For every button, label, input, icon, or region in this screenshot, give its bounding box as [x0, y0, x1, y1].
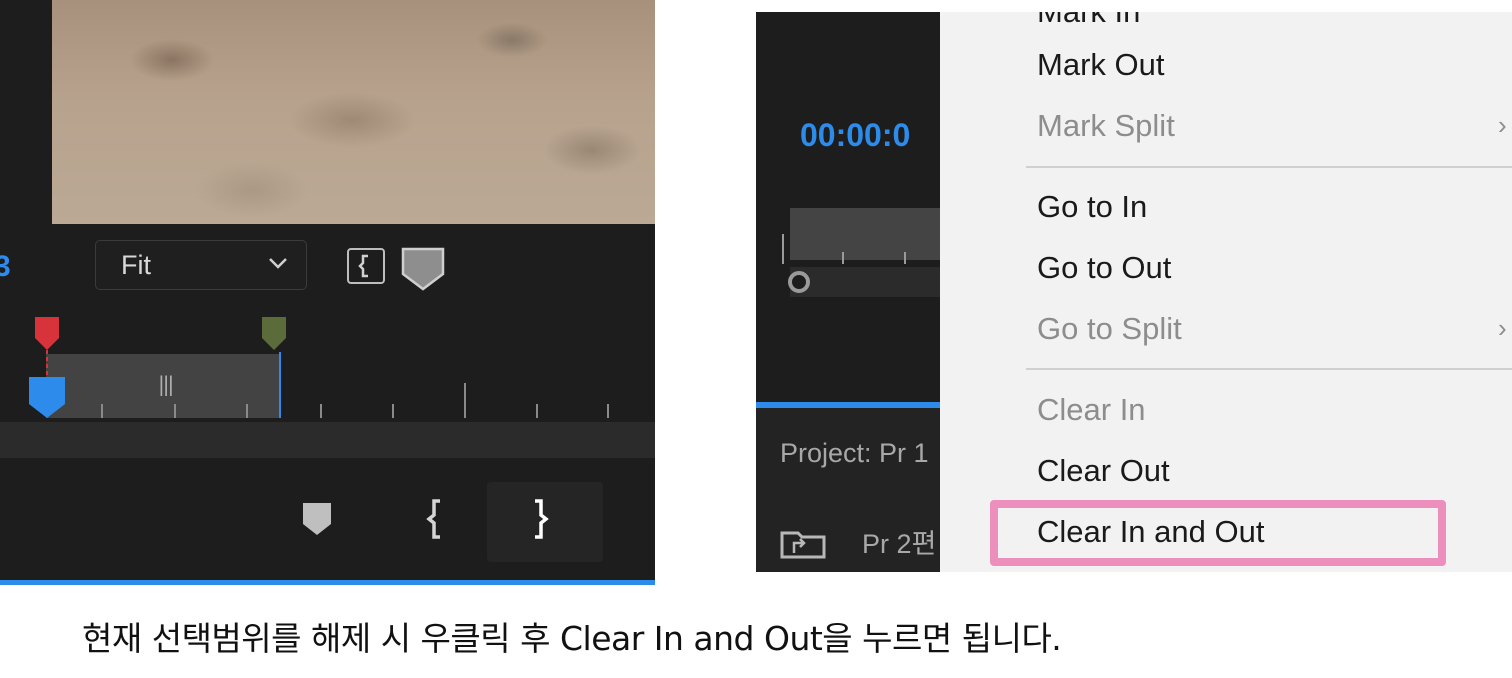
menu-item-go-to-split: Go to Split [1037, 311, 1182, 346]
menu-item-mark-in[interactable]: Mark In [1037, 12, 1140, 30]
menu-item-mark-split: Mark Split [1037, 108, 1175, 143]
marker-icon[interactable] [400, 246, 446, 296]
source-monitor-panel: 00:00:0 Project: Pr 1 Pr 2편 Mark In Mark… [756, 12, 1512, 572]
mark-in-icon[interactable] [425, 499, 445, 539]
in-out-range-bar[interactable] [790, 208, 950, 260]
chevron-right-icon: › [1498, 313, 1507, 343]
zoom-level-select[interactable]: Fit [95, 240, 307, 290]
ruler-tick [392, 404, 394, 418]
ruler-tick [782, 234, 784, 264]
highlight-annotation [990, 500, 1446, 566]
timecode-display[interactable]: 00:00:0 [800, 117, 910, 154]
playhead-icon[interactable] [28, 376, 66, 420]
chevron-down-icon [266, 251, 290, 279]
project-panel-title[interactable]: Project: Pr 1 [780, 438, 929, 469]
zoom-level-value: Fit [121, 250, 151, 280]
menu-item-go-to-out[interactable]: Go to Out [1037, 250, 1171, 286]
menu-item-mark-out[interactable]: Mark Out [1037, 47, 1164, 83]
ruler-tick [246, 404, 248, 418]
ruler-tick [842, 252, 844, 264]
panel-focus-border [0, 580, 655, 585]
in-marker-icon[interactable] [34, 316, 60, 376]
marker-icon[interactable] [302, 502, 332, 536]
marker-icon[interactable] [261, 316, 287, 356]
ruler-tick [464, 383, 466, 418]
menu-item-clear-in: Clear In [1037, 392, 1146, 427]
folder-icon[interactable] [780, 527, 826, 559]
timeline-track[interactable] [790, 267, 950, 297]
ruler-tick [536, 404, 538, 418]
ruler-tick [101, 404, 103, 418]
menu-item-go-to-in[interactable]: Go to In [1037, 189, 1147, 225]
menu-separator [1026, 368, 1512, 370]
zoom-scroll-handle[interactable] [788, 271, 810, 293]
context-menu: Mark In Mark Out Mark Split › Go to In G… [940, 12, 1512, 572]
range-grip[interactable]: ||| [158, 372, 174, 396]
bin-name[interactable]: Pr 2편 [862, 522, 936, 561]
menu-item-clear-out[interactable]: Clear Out [1037, 453, 1170, 489]
ruler-tick [607, 404, 609, 418]
timeline-track[interactable] [0, 422, 655, 458]
mark-out-icon[interactable] [530, 499, 550, 539]
out-point-line [279, 352, 281, 418]
caption-text: 현재 선택범위를 해제 시 우클릭 후 Clear In and Out을 누르… [82, 619, 1062, 658]
safe-margins-icon[interactable] [347, 248, 385, 284]
ruler-tick [904, 252, 906, 264]
ruler-tick [174, 404, 176, 418]
chevron-right-icon: › [1498, 110, 1507, 140]
video-preview [52, 0, 655, 224]
timecode-fragment: 3 [0, 250, 11, 283]
ruler-tick [320, 404, 322, 418]
program-monitor-panel: 3 Fit ||| [0, 0, 655, 585]
menu-separator [1026, 166, 1512, 168]
